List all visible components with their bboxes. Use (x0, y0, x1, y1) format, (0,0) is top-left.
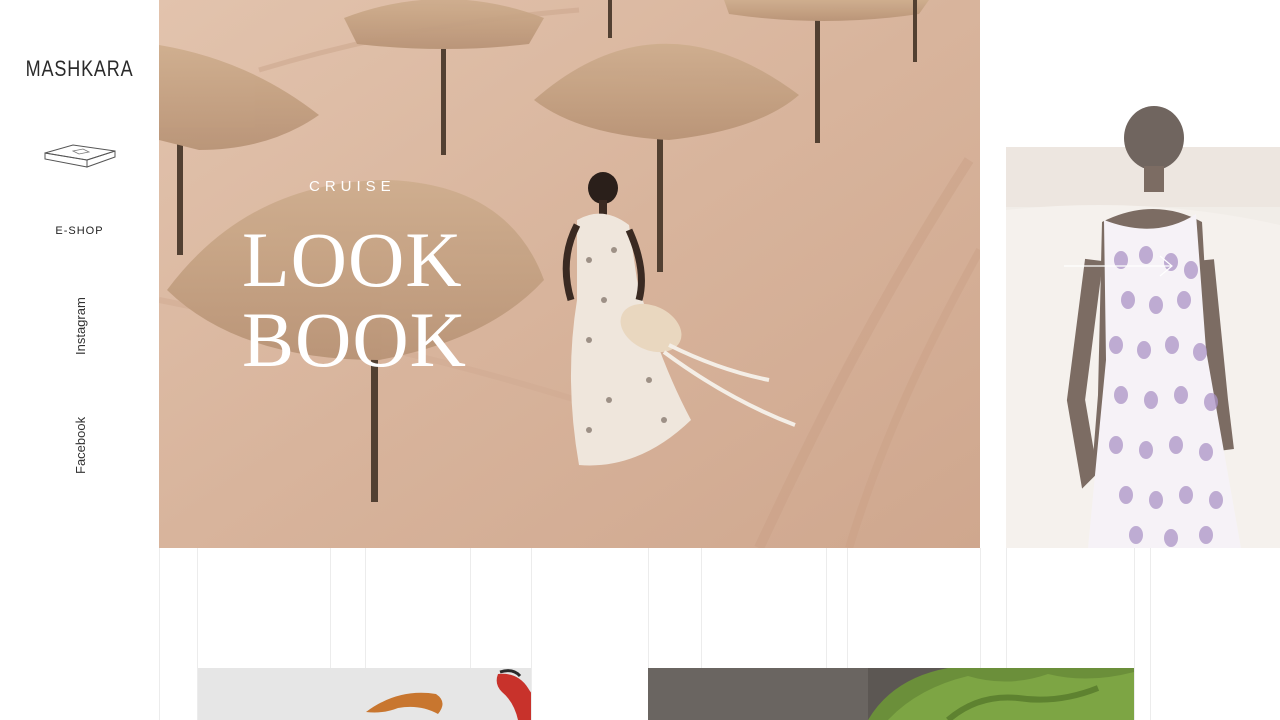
hero-photo (159, 0, 980, 548)
hero-lookbook-image[interactable]: CRUISE LOOK BOOK (159, 0, 980, 548)
eshop-link[interactable]: E-SHOP (0, 225, 159, 237)
box-icon[interactable] (43, 143, 117, 171)
arrow-right-icon[interactable] (1064, 254, 1176, 278)
collection-thumbnail-1[interactable] (198, 668, 531, 720)
thumbnail-photo-1 (198, 668, 531, 720)
instagram-link[interactable]: Instagram (73, 297, 88, 355)
collection-thumbnail-2[interactable] (648, 668, 1134, 720)
brand-logo[interactable]: MASHKARA (14, 56, 144, 82)
facebook-link[interactable]: Facebook (73, 417, 88, 474)
sidebar: MASHKARA E-SHOP Instagram Facebook (0, 0, 159, 720)
thumbnail-photo-2 (648, 668, 1134, 720)
